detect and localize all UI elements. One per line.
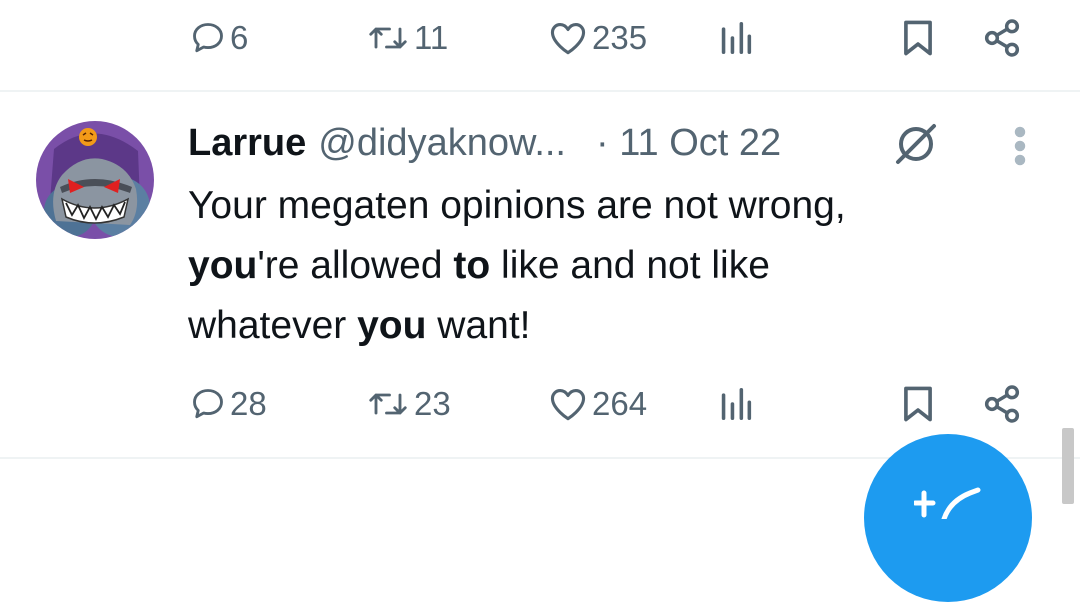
retweet-icon (369, 393, 407, 415)
views-icon (721, 388, 752, 420)
author-handle[interactable]: @didyaknow... (318, 122, 566, 165)
scrollbar[interactable] (1062, 428, 1074, 504)
compose-icon (914, 487, 981, 519)
reply-button[interactable]: 28 (190, 374, 267, 434)
reply-count: 28 (230, 385, 267, 422)
views-button[interactable] (720, 374, 752, 434)
more-icon[interactable] (1008, 125, 1032, 167)
tweet-text-line-1: Your megaten opinions are not wrong, (188, 184, 846, 227)
share-icon (984, 385, 1020, 423)
like-button[interactable]: 264 (548, 374, 647, 434)
heart-icon (550, 389, 586, 421)
tweet-header: Larrue @didyaknow... · 11 Oct 22 (188, 117, 781, 169)
no-edit-icon (896, 124, 936, 164)
tweet-text-segment: whatever (188, 304, 358, 347)
views-button[interactable] (720, 8, 752, 68)
tweet-action-bar: 28 23 264 (0, 374, 1080, 434)
tweet-date[interactable]: · 11 Oct 22 (596, 122, 781, 165)
like-count: 235 (592, 19, 648, 56)
bookmark-button[interactable] (902, 8, 934, 68)
reply-icon (193, 389, 223, 419)
author-name[interactable]: Larrue (188, 122, 306, 165)
emphasis-you-2: you (357, 304, 427, 347)
tweet-text-segment: want! (426, 304, 531, 347)
tweet-divider (0, 90, 1080, 92)
share-icon (984, 19, 1020, 57)
top-tweet-action-bar: 6 11 235 (0, 8, 1080, 68)
reply-count: 6 (230, 19, 249, 56)
heart-icon (550, 23, 586, 55)
like-button[interactable]: 235 (548, 8, 647, 68)
avatar-image (36, 121, 154, 239)
tweet-text: Your megaten opinions are not wrong, you'… (188, 176, 1048, 356)
views-icon (721, 22, 752, 54)
share-button[interactable] (982, 374, 1022, 434)
retweet-icon (369, 27, 407, 49)
tweet-text-segment: 're allowed (257, 244, 454, 287)
emphasis-you-1: you (188, 244, 258, 287)
bookmark-icon (904, 20, 932, 56)
retweet-button[interactable]: 11 (366, 8, 448, 68)
retweet-button[interactable]: 23 (366, 374, 451, 434)
reply-icon (193, 23, 223, 53)
retweet-count: 11 (414, 19, 449, 56)
reply-button[interactable]: 6 (190, 8, 248, 68)
avatar[interactable] (36, 121, 154, 239)
bookmark-icon (904, 386, 932, 422)
retweet-count: 23 (414, 385, 451, 422)
emphasis-to: to (453, 244, 491, 287)
compose-button[interactable] (864, 434, 1032, 602)
bookmark-button[interactable] (902, 374, 934, 434)
share-button[interactable] (982, 8, 1022, 68)
tweet-text-segment: like and not like (490, 244, 770, 287)
like-count: 264 (592, 385, 648, 422)
